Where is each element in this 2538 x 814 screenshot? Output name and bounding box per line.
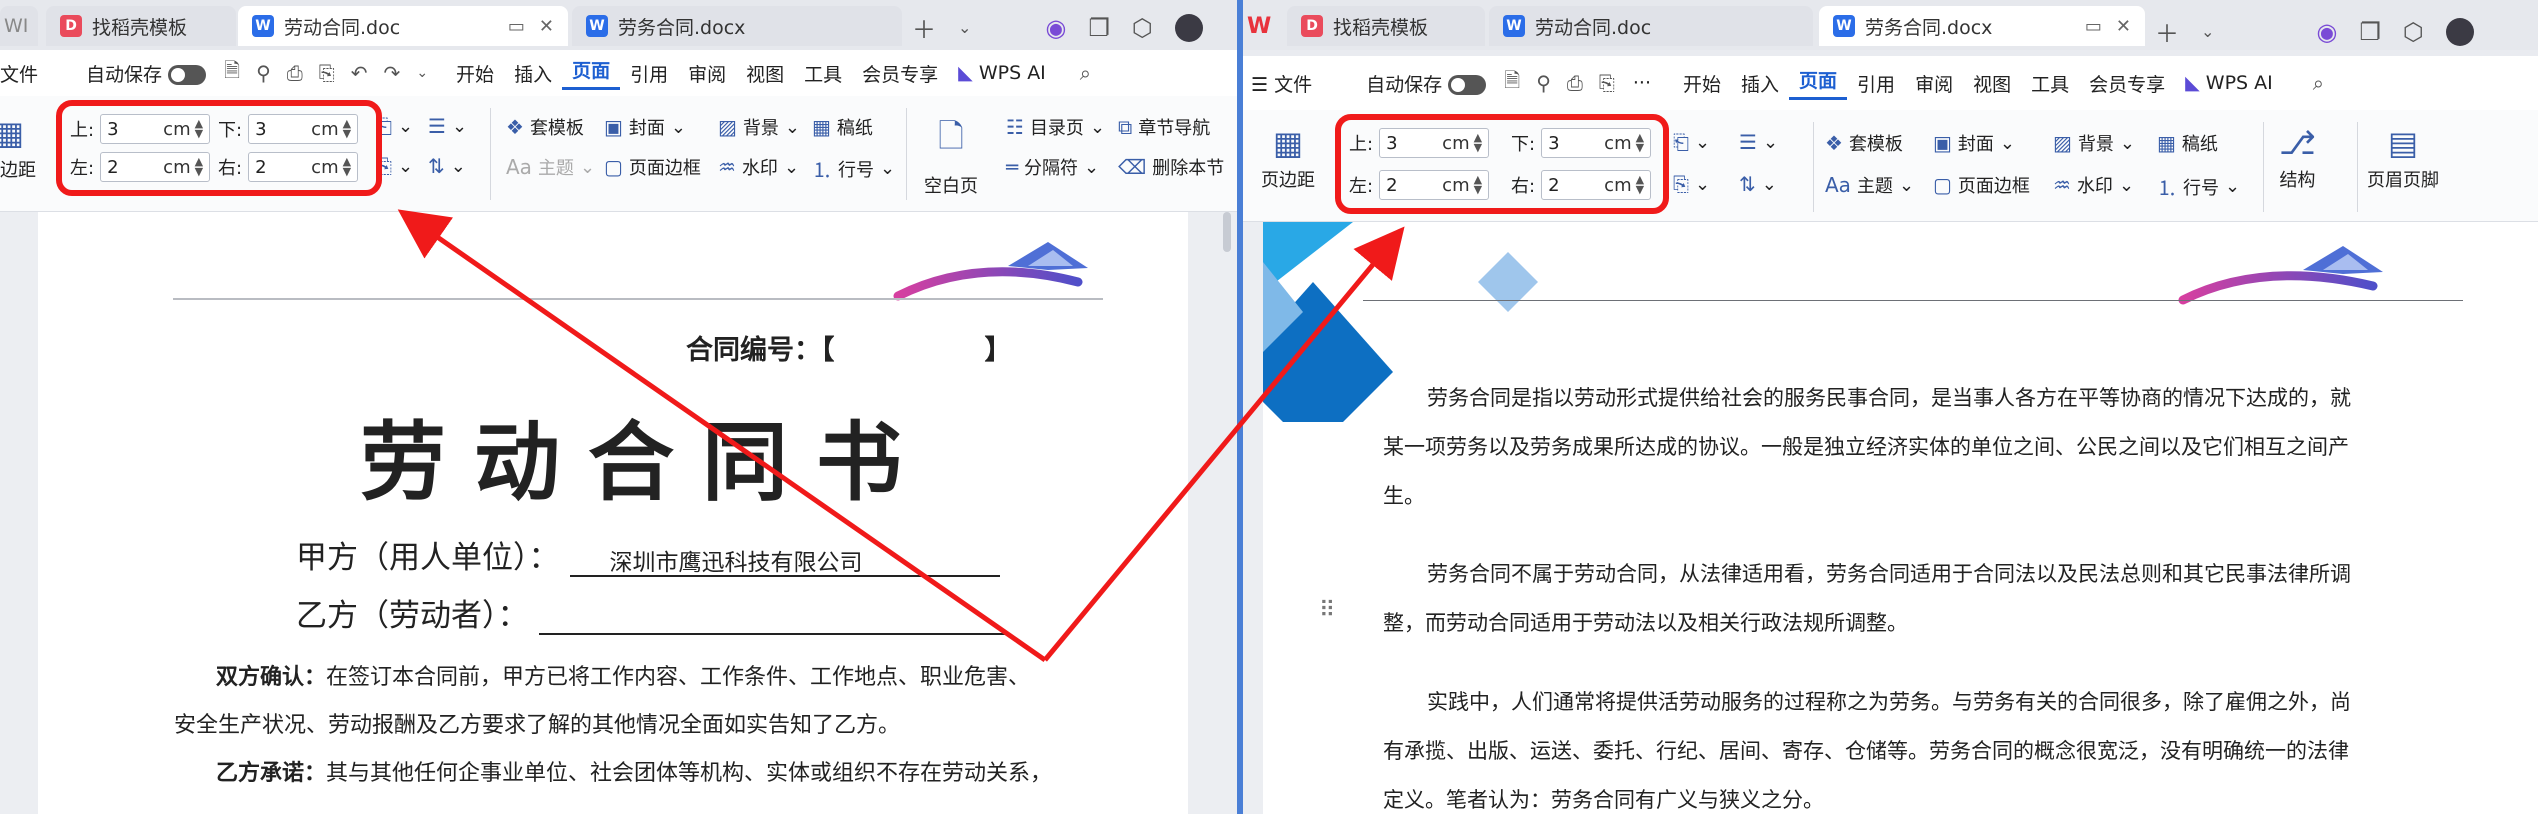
arrow-to-left-margins <box>397 209 1047 663</box>
arrow-to-right-margins <box>1043 226 1405 662</box>
annotation-arrows <box>397 209 1405 663</box>
